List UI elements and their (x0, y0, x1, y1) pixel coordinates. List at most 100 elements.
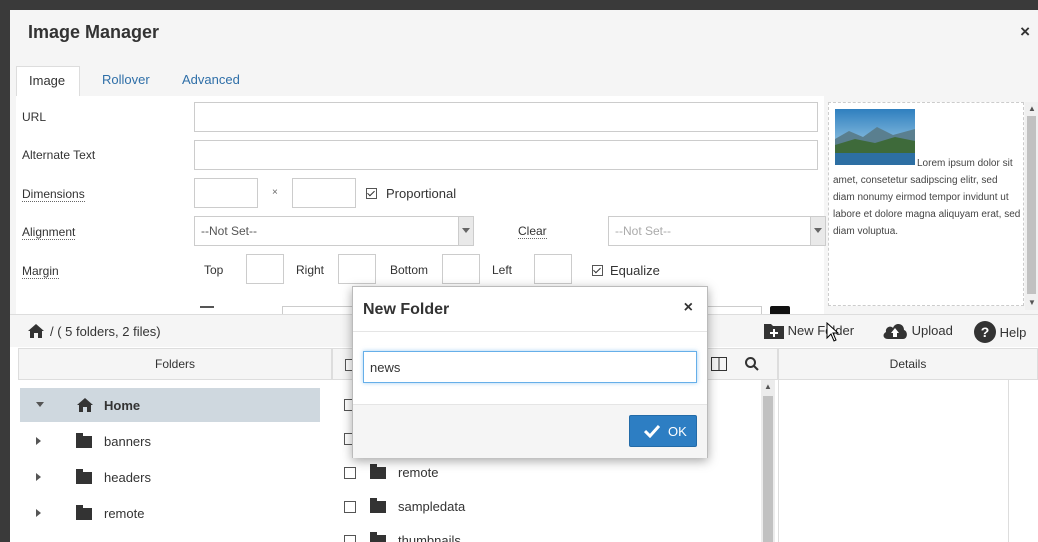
proportional-checkbox[interactable] (366, 188, 377, 199)
search-icon[interactable] (745, 357, 759, 371)
chevron-right-icon[interactable] (36, 437, 41, 445)
tree-item-home[interactable]: Home (20, 388, 320, 422)
chevron-down-icon (810, 217, 825, 245)
scroll-thumb[interactable] (763, 396, 773, 542)
help-icon: ? (974, 321, 996, 343)
folder-icon (370, 464, 386, 479)
check-icon (644, 424, 660, 438)
folder-plus-icon (764, 324, 784, 339)
folder-icon (76, 469, 92, 484)
upload-label: Upload (911, 323, 953, 338)
close-icon[interactable]: × (1020, 23, 1030, 41)
margin-left-input[interactable] (534, 254, 572, 284)
new-folder-label: New Folder (787, 323, 855, 338)
modal-title: New Folder (363, 301, 450, 318)
tree-item-remote[interactable]: remote (20, 496, 320, 530)
alignment-value: --Not Set-- (201, 224, 258, 238)
chevron-right-icon[interactable] (36, 509, 41, 517)
equalize-label: Equalize (610, 263, 660, 278)
proportional-label: Proportional (386, 186, 457, 201)
home-icon (77, 398, 93, 412)
folder-name-input[interactable] (363, 351, 697, 383)
color-swatch[interactable] (770, 306, 790, 314)
clear-select[interactable]: --Not Set-- (608, 216, 826, 246)
margin-bottom-input[interactable] (442, 254, 480, 284)
dimension-separator: × (272, 187, 278, 198)
tree-label: banners (104, 434, 151, 449)
mouse-cursor-icon (826, 322, 840, 342)
chevron-right-icon[interactable] (36, 473, 41, 481)
scroll-up-icon[interactable]: ▲ (1028, 104, 1036, 113)
breadcrumb-text: / ( 5 folders, 2 files) (50, 324, 161, 339)
list-item-label: sampledata (398, 499, 466, 514)
list-item-label: thumbnails (398, 533, 461, 542)
chevron-down-icon[interactable] (36, 402, 44, 407)
modal-footer: OK (353, 404, 707, 458)
margin-right-label: Right (296, 263, 325, 277)
clear-label: Clear (518, 224, 547, 239)
ok-button[interactable]: OK (629, 415, 697, 447)
upload-button[interactable]: Upload (882, 321, 953, 339)
folder-icon (370, 498, 386, 513)
margin-bottom-label: Bottom (390, 263, 429, 277)
width-input[interactable] (194, 178, 258, 208)
ok-label: OK (668, 424, 687, 439)
alignment-select[interactable]: --Not Set-- (194, 216, 474, 246)
details-header: Details (778, 348, 1038, 380)
tree-item-banners[interactable]: banners (20, 424, 320, 458)
columns-icon[interactable] (711, 357, 727, 371)
list-item-label: remote (398, 465, 439, 480)
margin-right-input[interactable] (338, 254, 376, 284)
alignment-label: Alignment (22, 225, 76, 240)
margin-label: Margin (22, 264, 59, 279)
list-item[interactable]: sampledata (334, 490, 754, 524)
clear-value: --Not Set-- (615, 224, 672, 238)
help-button[interactable]: ? Help (974, 321, 1026, 343)
scroll-thumb[interactable] (1027, 116, 1036, 294)
dimensions-label: Dimensions (22, 187, 85, 202)
tab-image[interactable]: Image (16, 66, 80, 96)
preview-scrollbar[interactable]: ▲ ▼ (1025, 102, 1038, 310)
details-divider (778, 380, 779, 542)
margin-top-label: Top (204, 263, 224, 277)
image-preview: Lorem ipsum dolor sit amet, consetetur s… (828, 102, 1024, 306)
chevron-down-icon (458, 217, 473, 245)
scroll-up-icon[interactable]: ▲ (764, 382, 772, 391)
svg-text:?: ? (981, 324, 990, 340)
folder-icon (76, 505, 92, 520)
item-checkbox[interactable] (344, 467, 356, 479)
equalize-checkbox[interactable] (592, 265, 603, 276)
dialog-title: Image Manager (28, 22, 160, 42)
list-item[interactable]: remote (334, 456, 754, 490)
tab-rollover[interactable]: Rollover (90, 66, 162, 96)
image-form: URL Alternate Text Dimensions × Proporti… (16, 96, 826, 314)
cloud-upload-icon (883, 324, 907, 339)
modal-header: New Folder × (353, 287, 707, 332)
item-checkbox[interactable] (344, 535, 356, 542)
tab-advanced[interactable]: Advanced (170, 66, 252, 96)
tree-label: Home (104, 398, 141, 413)
tree-item-headers[interactable]: headers (20, 460, 320, 494)
new-folder-button[interactable]: New Folder (764, 321, 854, 339)
titlebar: Image Manager × (10, 10, 1038, 57)
margin-top-input[interactable] (246, 254, 284, 284)
file-list-scrollbar[interactable]: ▲ (761, 380, 775, 542)
breadcrumb[interactable]: / ( 5 folders, 2 files) (28, 324, 161, 339)
margin-left-label: Left (492, 263, 513, 277)
url-label: URL (22, 110, 47, 124)
tree-label: remote (104, 506, 145, 521)
preview-text: Lorem ipsum dolor sit amet, consetetur s… (833, 158, 1021, 237)
alt-text-input[interactable] (194, 140, 818, 170)
folders-header: Folders (18, 348, 332, 380)
item-checkbox[interactable] (344, 501, 356, 513)
modal-body (353, 331, 707, 404)
scroll-down-icon[interactable]: ▼ (1028, 298, 1036, 307)
help-label: Help (999, 325, 1027, 340)
close-icon[interactable]: × (684, 299, 693, 317)
folder-icon (370, 532, 386, 542)
height-input[interactable] (292, 178, 356, 208)
url-input[interactable] (194, 102, 818, 132)
list-item[interactable]: thumbnails (334, 524, 754, 542)
tree-label: headers (104, 470, 151, 485)
home-icon (28, 324, 44, 338)
